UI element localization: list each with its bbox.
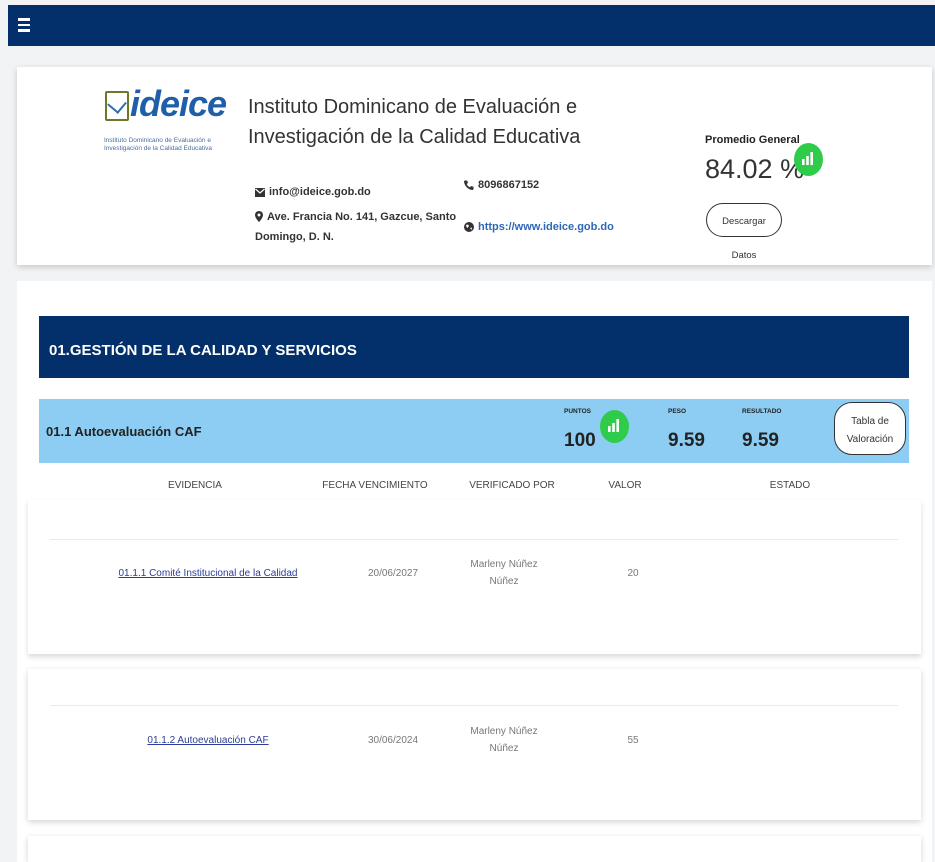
- phone-text: 8096867152: [478, 179, 540, 191]
- verificado-line-1: Marleny Núñez: [470, 726, 538, 737]
- column-header-fecha: FECHA VENCIMIENTO: [322, 480, 428, 491]
- phone-icon: [464, 180, 474, 190]
- subsection-header: 01.1 Autoevaluación CAF PUNTOS 100 PESO …: [39, 399, 909, 463]
- logo-word: ideice: [130, 83, 227, 124]
- table-row: 01.1.1 Comité Institucional de la Calida…: [28, 500, 921, 654]
- valor-cell: 20: [627, 568, 639, 579]
- column-header-verificado: VERIFICADO POR: [469, 480, 555, 491]
- column-header-valor: VALOR: [608, 480, 642, 491]
- top-navbar: [8, 5, 935, 46]
- table-row: 01.1.2 Autoevaluación CAF 30/06/2024 Mar…: [28, 669, 921, 820]
- resultado-label: RESULTADO: [742, 408, 782, 415]
- logo-subtext: Instituto Dominicano de Evaluación e Inv…: [104, 137, 213, 152]
- row-divider: [50, 705, 898, 706]
- peso-label: PESO: [668, 408, 687, 415]
- verificado-cell: Marleny Núñez Núñez: [468, 723, 540, 757]
- bar-chart-icon: [600, 410, 629, 443]
- puntos-label: PUNTOS: [564, 408, 591, 415]
- phone-line: 8096867152: [464, 175, 539, 195]
- institution-card: ideice Instituto Dominicano de Evaluació…: [17, 67, 932, 265]
- bar-chart-icon: [794, 143, 823, 176]
- website-link[interactable]: https://www.ideice.gob.do: [478, 221, 614, 233]
- institution-name: Instituto Dominicano de Evaluación e Inv…: [248, 96, 581, 148]
- tabla-label-1: Tabla de: [851, 415, 889, 427]
- section-title: 01.GESTIÓN DE LA CALIDAD Y SERVICIOS: [49, 342, 357, 359]
- resultado-value: 9.59: [742, 430, 779, 451]
- promedio-label: Promedio General: [705, 134, 800, 146]
- website-line: https://www.ideice.gob.do: [464, 217, 614, 237]
- subsection-title: 01.1 Autoevaluación CAF: [46, 424, 202, 439]
- valor-cell: 55: [627, 735, 639, 746]
- address-text: Ave. Francia No. 141, Gazcue, Santo Domi…: [255, 211, 457, 243]
- map-marker-icon: [255, 211, 263, 222]
- fecha-cell: 30/06/2024: [367, 735, 419, 746]
- envelope-icon: [255, 188, 265, 197]
- row-divider: [50, 539, 898, 540]
- evidencia-cell: 01.1.2 Autoevaluación CAF: [138, 735, 278, 746]
- verificado-line-2: Núñez: [489, 743, 519, 754]
- logo-checkbox-icon: [105, 91, 129, 121]
- globe-icon: [464, 222, 474, 232]
- tabla-label-2: Valoración: [846, 433, 894, 445]
- evidencia-cell: 01.1.1 Comité Institucional de la Calida…: [118, 568, 298, 579]
- column-header-estado: ESTADO: [769, 480, 811, 491]
- verificado-cell: Marleny Núñez Núñez: [468, 556, 540, 590]
- puntos-value: 100: [564, 430, 596, 451]
- menu-icon[interactable]: [18, 18, 30, 32]
- verificado-line-1: Marleny Núñez: [470, 559, 538, 570]
- peso-value: 9.59: [668, 430, 705, 451]
- section-header: 01.GESTIÓN DE LA CALIDAD Y SERVICIOS: [39, 316, 909, 378]
- evidencia-link[interactable]: 01.1.2 Autoevaluación CAF: [147, 735, 268, 746]
- column-header-evidencia: EVIDENCIA: [168, 480, 222, 491]
- email-line: info@ideice.gob.do: [255, 182, 371, 202]
- promedio-value: 84.02 %: [705, 154, 805, 184]
- fecha-cell: 20/06/2027: [367, 568, 419, 579]
- download-data-button[interactable]: Descargar Datos: [706, 203, 782, 261]
- email-text: info@ideice.gob.do: [269, 186, 371, 198]
- evidencia-link[interactable]: 01.1.1 Comité Institucional de la Calida…: [119, 568, 298, 579]
- tabla-valoracion-button[interactable]: Tabla de Valoración: [834, 402, 906, 455]
- next-row-card: [28, 836, 921, 862]
- verificado-line-2: Núñez: [489, 576, 519, 587]
- ideice-logo: ideice Instituto Dominicano de Evaluació…: [104, 83, 265, 171]
- address-line: Ave. Francia No. 141, Gazcue, Santo Domi…: [255, 207, 465, 247]
